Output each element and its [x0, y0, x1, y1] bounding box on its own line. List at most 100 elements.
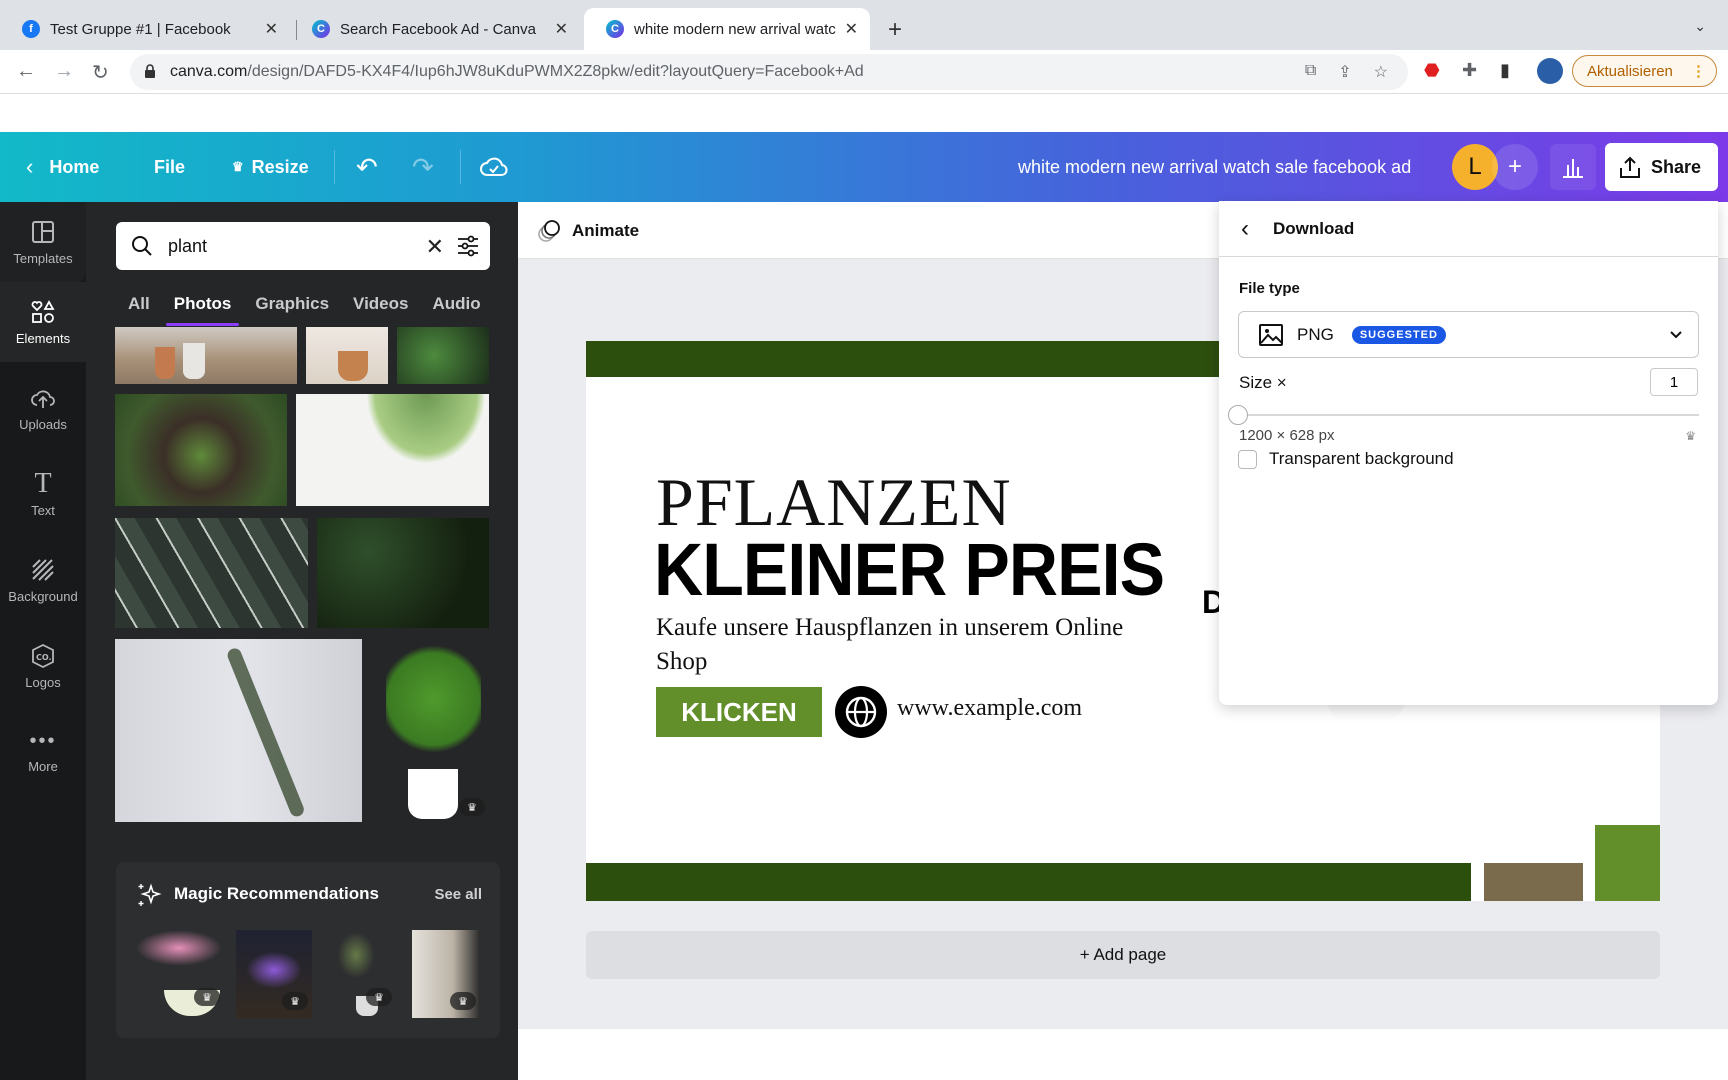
- premium-crown-icon: ♛: [450, 992, 476, 1010]
- size-multiplier-input[interactable]: 1: [1650, 368, 1698, 396]
- close-tab-icon[interactable]: ✕: [845, 19, 858, 39]
- tab-all[interactable]: All: [116, 290, 162, 326]
- tab-audio[interactable]: Audio: [420, 290, 492, 326]
- photo-result[interactable]: [317, 518, 489, 628]
- forward-button[interactable]: →: [54, 60, 74, 83]
- add-collaborator-button[interactable]: +: [1492, 144, 1538, 190]
- recommendation-item[interactable]: ♛: [236, 930, 312, 1018]
- home-button[interactable]: ‹ Home: [26, 132, 99, 202]
- rail-item-background[interactable]: Background: [0, 540, 86, 620]
- design-subtext[interactable]: Kaufe unsere Hauspflanzen in unserem Onl…: [656, 611, 1136, 679]
- profile-avatar[interactable]: [1537, 58, 1563, 84]
- extensions-puzzle-icon[interactable]: ✚: [1462, 60, 1477, 81]
- size-slider-thumb[interactable]: [1228, 405, 1248, 425]
- elements-icon: [31, 299, 55, 323]
- file-type-select[interactable]: PNG SUGGESTED: [1238, 311, 1699, 358]
- photo-result[interactable]: [397, 327, 489, 384]
- rail-label: Elements: [15, 330, 71, 346]
- new-tab-button[interactable]: +: [888, 16, 902, 44]
- photo-result[interactable]: [115, 327, 297, 384]
- globe-icon[interactable]: [835, 686, 887, 738]
- update-chrome-button[interactable]: Aktualisieren ⋮: [1572, 55, 1717, 87]
- share-button[interactable]: Share: [1605, 143, 1718, 191]
- tab-graphics[interactable]: Graphics: [243, 290, 341, 326]
- recommendation-item[interactable]: ♛: [136, 930, 222, 1018]
- search-input[interactable]: plant ✕: [116, 222, 490, 270]
- photo-result[interactable]: [115, 394, 287, 506]
- tab-search-chevron-icon[interactable]: ⌄: [1694, 18, 1706, 35]
- transparent-background-option[interactable]: Transparent background: [1238, 449, 1454, 469]
- suggested-badge: SUGGESTED: [1351, 325, 1446, 344]
- side-panel-icon[interactable]: ▮: [1500, 60, 1510, 81]
- close-tab-icon[interactable]: ✕: [555, 19, 568, 39]
- browser-tab-facebook[interactable]: f Test Gruppe #1 | Facebook ✕: [0, 8, 290, 50]
- transparent-background-checkbox[interactable]: [1238, 449, 1257, 469]
- tab-title: white modern new arrival watc: [634, 20, 836, 38]
- design-brown-block[interactable]: [1484, 863, 1583, 901]
- design-website[interactable]: www.example.com: [897, 695, 1082, 722]
- design-bottom-band[interactable]: [586, 863, 1471, 901]
- photo-result[interactable]: [306, 327, 388, 384]
- logos-icon: CO.: [32, 643, 54, 668]
- file-menu-button[interactable]: File: [154, 132, 185, 202]
- rail-item-templates[interactable]: Templates: [0, 202, 86, 282]
- see-all-link[interactable]: See all: [434, 886, 482, 903]
- bookmark-star-icon[interactable]: ☆: [1374, 62, 1388, 82]
- photo-result[interactable]: [296, 394, 489, 506]
- design-cta-button[interactable]: KLICKEN: [656, 687, 822, 737]
- filter-sliders-icon[interactable]: [456, 234, 480, 258]
- recommendation-item[interactable]: ♛: [326, 930, 396, 1018]
- undo-icon: ↶: [356, 151, 378, 182]
- add-page-button[interactable]: + Add page: [586, 931, 1660, 979]
- browser-tab-canva-search[interactable]: C Search Facebook Ad - Canva ✕: [290, 8, 580, 50]
- clear-search-icon[interactable]: ✕: [426, 234, 444, 260]
- left-rail: Templates Elements Uploads T Text Backgr…: [0, 202, 86, 1080]
- file-type-value: PNG: [1297, 324, 1334, 344]
- rail-item-logos[interactable]: CO. Logos: [0, 626, 86, 706]
- premium-crown-icon: ♛: [459, 798, 485, 816]
- document-title[interactable]: white modern new arrival watch sale face…: [1018, 132, 1411, 202]
- plus-icon: +: [1507, 153, 1522, 180]
- recommendation-item[interactable]: ♛: [412, 930, 480, 1018]
- magic-recommendations: Magic Recommendations See all ♛ ♛ ♛ ♛: [116, 862, 500, 1038]
- rail-label: Background: [8, 588, 78, 604]
- image-icon: [1259, 323, 1283, 346]
- rail-item-more[interactable]: ••• More: [0, 712, 86, 792]
- reload-button[interactable]: ↻: [92, 60, 109, 85]
- photo-result[interactable]: [115, 518, 308, 628]
- header-divider: [460, 150, 461, 184]
- url-field[interactable]: canva.com/design/DAFD5-KX4F4/Iup6hJW8uKd…: [130, 54, 1408, 90]
- close-tab-icon[interactable]: ✕: [265, 19, 278, 39]
- animate-button[interactable]: Animate: [536, 202, 639, 259]
- address-bar-row: ← → ↻ canva.com/design/DAFD5-KX4F4/Iup6h…: [0, 50, 1728, 94]
- photo-result[interactable]: [115, 639, 362, 822]
- rail-item-text[interactable]: T Text: [0, 454, 86, 534]
- animate-icon: [538, 219, 560, 242]
- undo-button[interactable]: ↶: [356, 132, 378, 202]
- design-headline-bold[interactable]: KLEINER PREIS: [654, 527, 1165, 612]
- adblock-extension-icon[interactable]: ⬣: [1424, 60, 1440, 81]
- insights-button[interactable]: [1550, 144, 1596, 190]
- download-panel: ‹ Download File type PNG SUGGESTED Size …: [1219, 201, 1718, 705]
- tab-videos[interactable]: Videos: [341, 290, 420, 326]
- photo-result[interactable]: ♛: [376, 639, 489, 822]
- rail-item-elements[interactable]: Elements: [0, 282, 86, 362]
- browser-tab-design[interactable]: C white modern new arrival watc ✕: [584, 8, 870, 50]
- tab-photos[interactable]: Photos: [162, 290, 244, 326]
- kebab-menu-icon[interactable]: ⋮: [1691, 62, 1706, 80]
- chevron-left-icon: ‹: [26, 154, 34, 179]
- content-type-tabs: All Photos Graphics Videos Audio: [116, 290, 493, 326]
- back-chevron-icon[interactable]: ‹: [1241, 215, 1249, 243]
- translate-icon[interactable]: ⧉: [1305, 62, 1316, 82]
- share-page-icon[interactable]: ⇪: [1338, 62, 1351, 82]
- redo-button[interactable]: ↷: [412, 132, 434, 202]
- rail-label: Text: [31, 502, 55, 518]
- back-button[interactable]: ←: [16, 60, 36, 83]
- cloud-save-status[interactable]: [480, 132, 508, 202]
- resize-button[interactable]: ♛ Resize: [232, 132, 309, 202]
- design-green-block[interactable]: [1595, 825, 1660, 901]
- size-slider[interactable]: [1228, 405, 1699, 425]
- rail-item-uploads[interactable]: Uploads: [0, 368, 86, 448]
- magic-recommendations-title: Magic Recommendations: [174, 884, 379, 903]
- text-icon: T: [34, 467, 52, 499]
